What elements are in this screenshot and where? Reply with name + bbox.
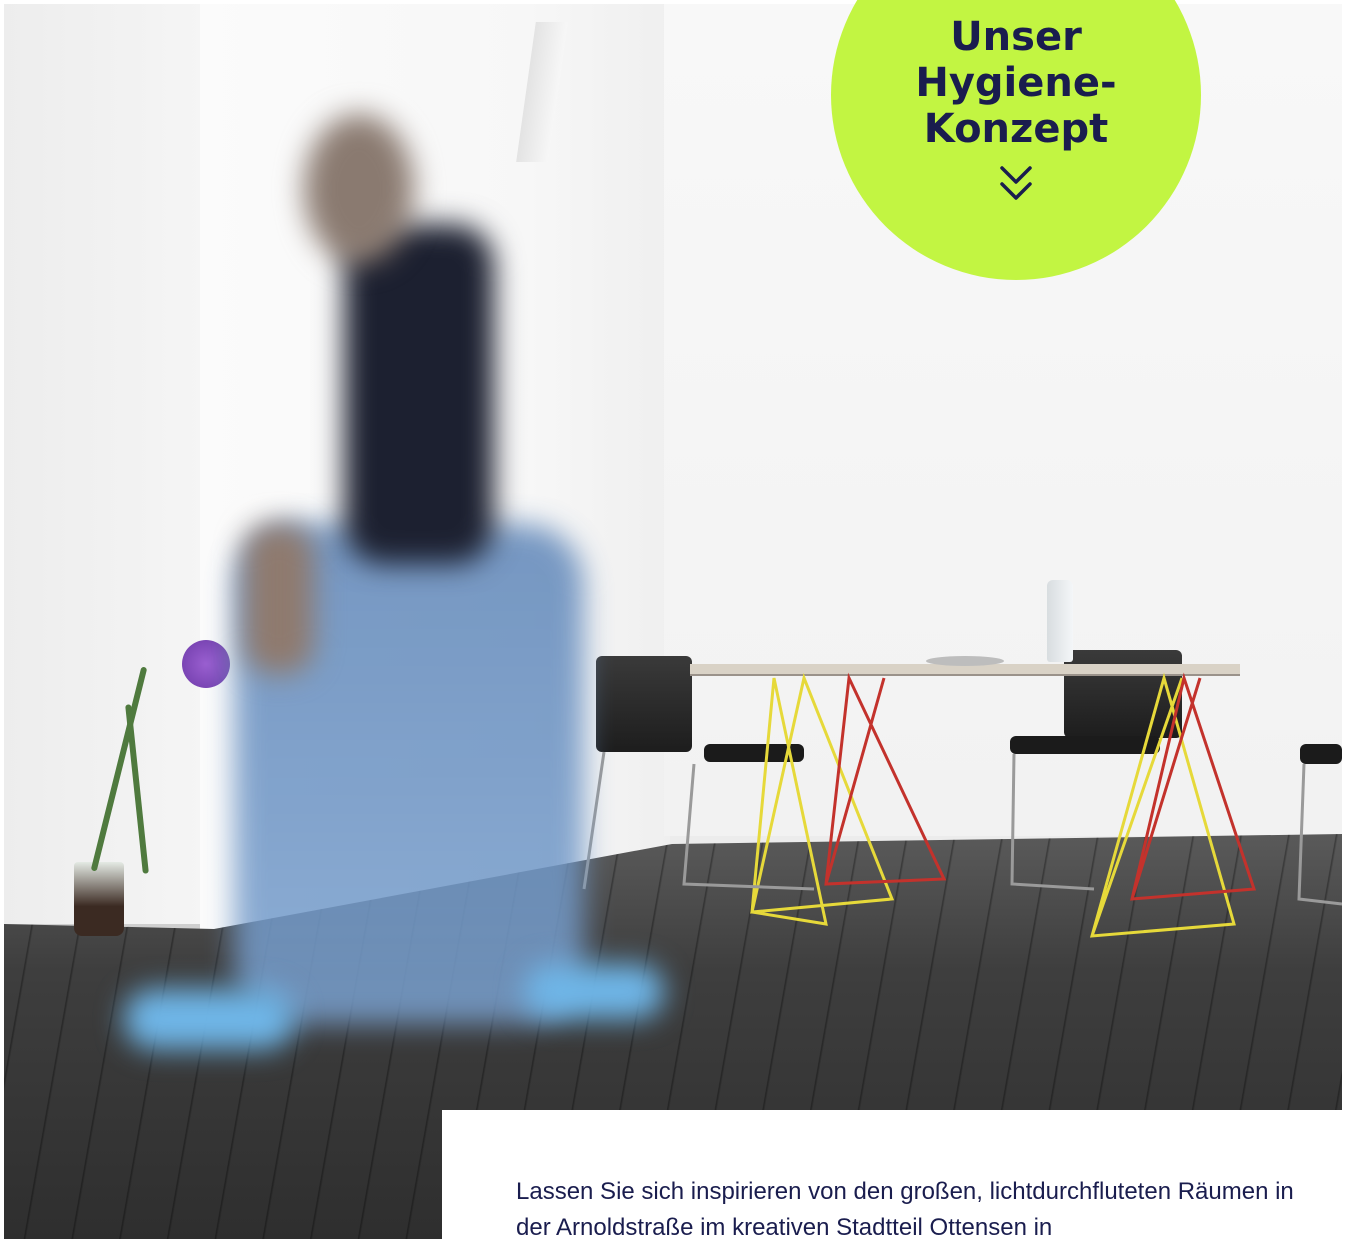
intro-text: Lassen Sie sich inspirieren von den groß… (516, 1178, 1294, 1241)
badge-line-2: Hygiene- (915, 60, 1117, 106)
double-chevron-down-icon (1000, 166, 1032, 200)
person-arm (244, 524, 314, 674)
person-head (304, 114, 414, 264)
intro-card: Lassen Sie sich inspirieren von den groß… (442, 1110, 1342, 1250)
badge-line-3: Konzept (923, 106, 1109, 152)
person-shoe (524, 964, 664, 1019)
person-shoe (124, 989, 294, 1049)
person-torso (344, 224, 494, 564)
badge-line-1: Unser (950, 14, 1082, 60)
